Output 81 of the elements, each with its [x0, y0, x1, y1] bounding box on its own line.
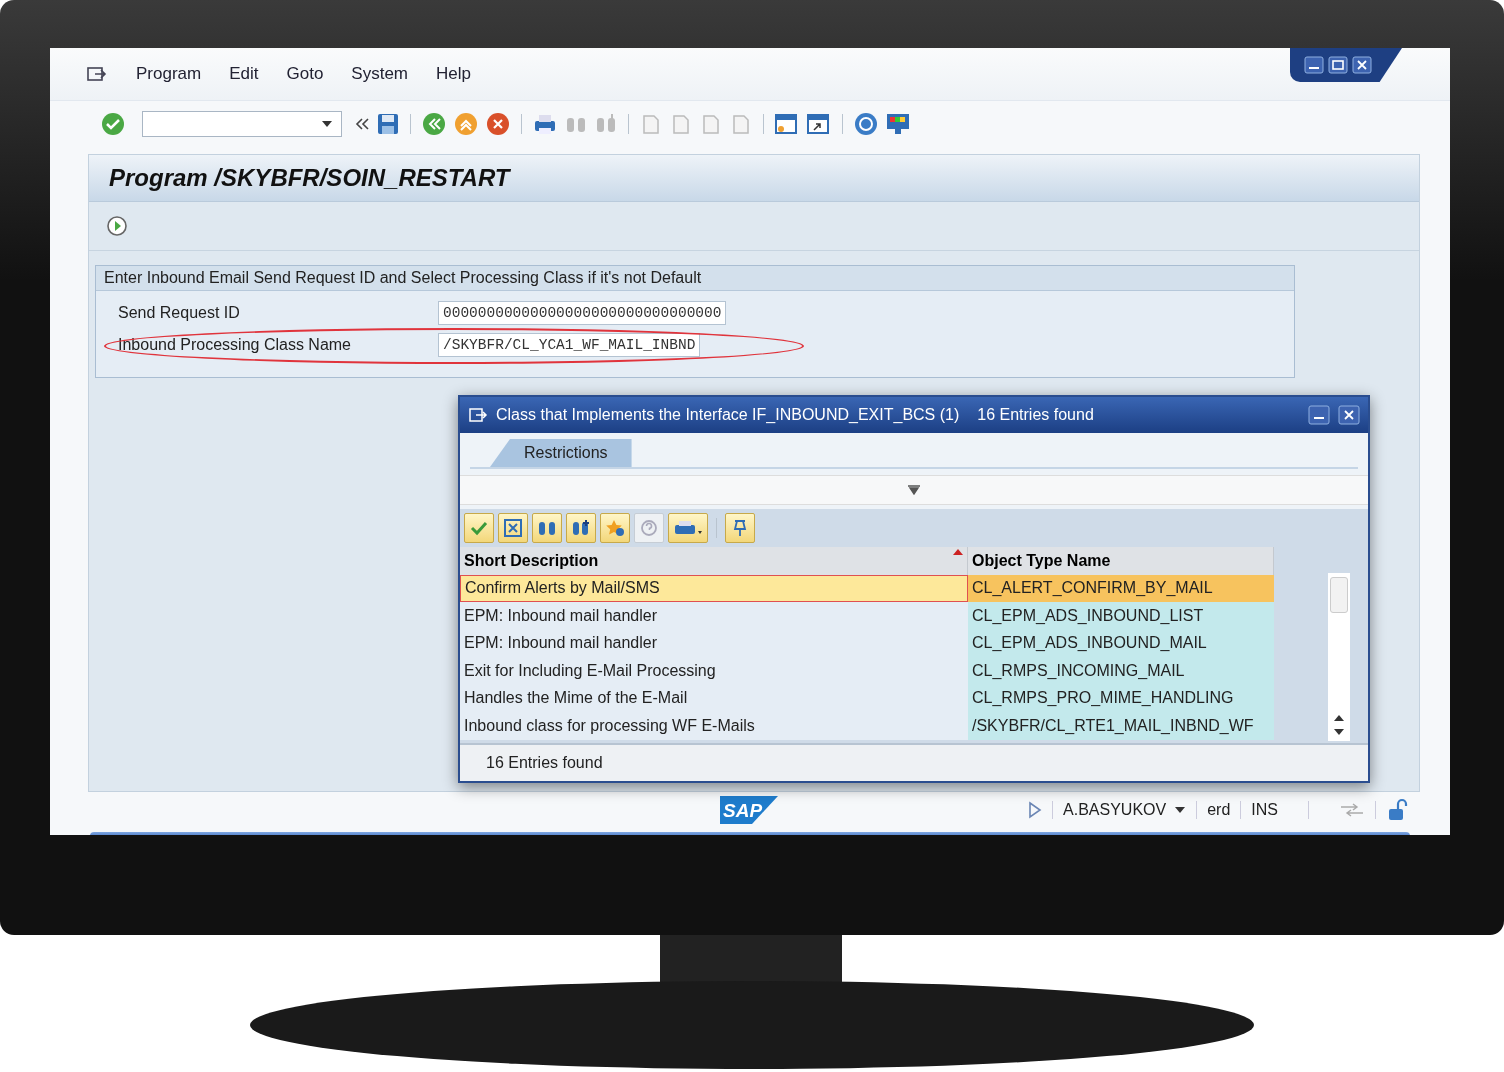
table-cell: CL_EPM_ADS_INBOUND_LIST	[968, 602, 1274, 630]
status-text: 16 Entries found	[486, 754, 603, 772]
new-window-icon[interactable]	[774, 111, 800, 136]
table-cell: CL_ALERT_CONFIRM_BY_MAIL	[968, 574, 1274, 602]
star-plus-icon	[605, 519, 625, 537]
binoculars-plus-icon	[571, 519, 591, 537]
group-title: Enter Inbound Email Send Request ID and Select Processing Class if it's not Default	[104, 269, 702, 287]
question-icon	[639, 519, 659, 537]
program-title: Program /SKYBFR/SOIN_RESTART	[109, 164, 510, 192]
table-cell: CL_RMPS_INCOMING_MAIL	[968, 657, 1274, 685]
minimize-icon[interactable]	[1308, 405, 1330, 425]
column-header[interactable]: Short Description	[460, 547, 968, 575]
menu-item[interactable]: System	[351, 64, 409, 84]
execute-icon[interactable]	[105, 214, 129, 238]
sap-logo: SAP	[720, 796, 778, 824]
pin-button[interactable]	[725, 513, 755, 543]
table-cell: Confirm Alerts by Mail/SMS	[460, 574, 968, 602]
field-label: Send Request ID	[118, 304, 241, 322]
print-button[interactable]	[668, 513, 708, 543]
table-cell: EPM: Inbound mail handler	[460, 602, 968, 630]
shortcut-icon[interactable]	[806, 111, 832, 136]
column-header[interactable]: Object Type Name	[968, 547, 1274, 575]
find-next-button[interactable]	[566, 513, 596, 543]
table-row[interactable]: Exit for Including E-Mail Processing CL_RMPS_INCOMING_MAIL	[460, 657, 1278, 685]
client-label: erd	[1207, 801, 1231, 819]
close-box-icon	[503, 519, 523, 537]
scrollbar[interactable]	[1328, 573, 1350, 741]
scroll-up-icon[interactable]	[1333, 713, 1345, 723]
entries-count: 16 Entries found	[977, 406, 1094, 424]
table-row[interactable]: EPM: Inbound mail handler CL_EPM_ADS_INBOUND_MAIL	[460, 629, 1278, 657]
menu-item[interactable]: Help	[436, 64, 471, 84]
table-cell: Exit for Including E-Mail Processing	[460, 657, 968, 685]
table-row[interactable]: Handles the Mime of the E-Mail CL_RMPS_PRO_MIME_HANDLING	[460, 684, 1278, 712]
dropdown-caret-icon	[321, 119, 333, 128]
save-icon[interactable]	[376, 111, 400, 136]
table-cell: /SKYBFR/CL_RTE1_MAIL_INBND_WF	[968, 712, 1274, 740]
table-row[interactable]: EPM: Inbound mail handler CL_EPM_ADS_INBOUND_LIST	[460, 602, 1278, 630]
play-icon[interactable]	[1028, 801, 1043, 819]
command-field[interactable]	[142, 110, 342, 137]
unlocked-icon[interactable]	[1386, 798, 1410, 822]
collapse-arrow-icon[interactable]	[907, 485, 921, 495]
table-row[interactable]: Confirm Alerts by Mail/SMS CL_ALERT_CONFIRM_BY_MAIL	[460, 574, 1278, 602]
scroll-thumb[interactable]	[1330, 577, 1348, 613]
table-cell: EPM: Inbound mail handler	[460, 629, 968, 657]
insert-mode-label: INS	[1251, 801, 1278, 819]
find-button[interactable]	[532, 513, 562, 543]
menu-icon[interactable]	[468, 407, 488, 423]
connection-icon	[1339, 801, 1365, 819]
close-icon[interactable]	[1352, 56, 1372, 74]
field-label: Inbound Processing Class Name	[118, 336, 352, 354]
sort-icon	[953, 549, 963, 555]
add-favorite-button[interactable]	[600, 513, 630, 543]
back-icon[interactable]	[421, 110, 447, 137]
restrictions-tab[interactable]: Restrictions	[490, 439, 632, 467]
user-name[interactable]: A.BASYUKOV	[1063, 801, 1167, 819]
table-cell: Inbound class for processing WF E-Mails	[460, 712, 968, 740]
close-icon[interactable]	[1338, 405, 1360, 425]
minimize-icon[interactable]	[1304, 56, 1324, 74]
dropdown-caret-icon[interactable]	[1174, 806, 1187, 814]
input-field[interactable]: /SKYBFR/CL_YCA1_WF_MAIL_INBND	[438, 333, 701, 357]
check-icon	[469, 519, 489, 537]
cancel-icon[interactable]	[485, 110, 511, 137]
table-row[interactable]: Inbound class for processing WF E-Mails /SKYBFR/CL_RTE1_MAIL_INBND_WF	[460, 712, 1278, 740]
binoculars-icon	[537, 519, 557, 537]
collapse-icon[interactable]	[354, 115, 370, 132]
menu-icon[interactable]	[86, 65, 108, 83]
cancel-button[interactable]	[498, 513, 528, 543]
scroll-down-icon[interactable]	[1333, 727, 1345, 737]
printer-icon	[673, 519, 703, 537]
check-icon[interactable]	[100, 110, 126, 137]
table-cell: CL_RMPS_PRO_MIME_HANDLING	[968, 684, 1274, 712]
input-field[interactable]: 00000000000000000000000000000000	[438, 301, 727, 325]
table-cell: CL_EPM_ADS_INBOUND_MAIL	[968, 629, 1274, 657]
menu-item[interactable]: Program	[136, 64, 202, 84]
menu-item[interactable]: Goto	[286, 64, 324, 84]
menu-item[interactable]: Edit	[229, 64, 259, 84]
help-icon[interactable]	[853, 110, 879, 137]
dialog-title: Class that Implements the Interface IF_INBOUND_EXIT_BCS (1)	[496, 406, 960, 424]
table-cell: Handles the Mime of the E-Mail	[460, 684, 968, 712]
maximize-icon[interactable]	[1328, 56, 1348, 74]
confirm-button[interactable]	[464, 513, 494, 543]
